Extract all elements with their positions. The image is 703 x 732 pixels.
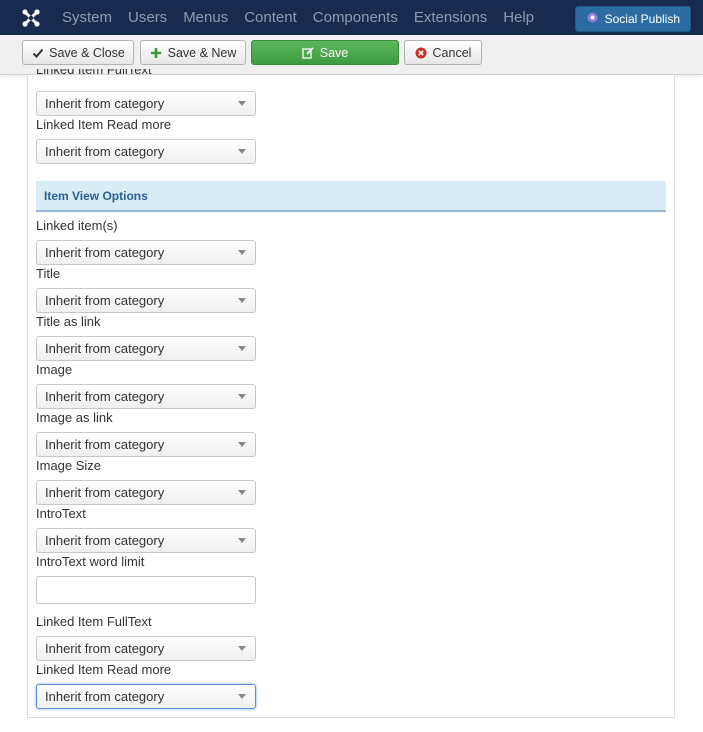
select-value: Inherit from category [45, 485, 165, 500]
cancel-button[interactable]: Cancel [404, 40, 482, 65]
dropdown-arrow-icon [238, 298, 246, 303]
save-label: Save [319, 45, 349, 60]
save-close-label: Save & Close [49, 45, 125, 60]
field-label-linked-item-fulltext: Linked Item FullText [36, 614, 152, 629]
dropdown-arrow-icon [238, 694, 246, 699]
menu-menus[interactable]: Menus [175, 0, 236, 35]
save-close-button[interactable]: Save & Close [22, 40, 134, 65]
menu-users[interactable]: Users [120, 0, 175, 35]
select-image-as-link[interactable]: Inherit from category [36, 432, 256, 457]
menu-help[interactable]: Help [495, 0, 542, 35]
social-publish-button[interactable]: Social Publish [574, 6, 691, 32]
field-label-linked-item-read-more: Linked Item Read more [36, 662, 172, 677]
section-header-item-view-options: Item View Options [36, 181, 666, 212]
select-value: Inherit from category [45, 437, 165, 452]
field-label-linked-items: Linked item(s) [36, 218, 118, 233]
field-label-title-as-link: Title as link [36, 314, 101, 329]
select-linked-items[interactable]: Inherit from category [36, 240, 256, 265]
select-linked-item-fulltext[interactable]: Inherit from category [36, 636, 256, 661]
introtext-word-limit-input[interactable] [36, 576, 256, 604]
select-value: Inherit from category [45, 389, 165, 404]
select-linked-item-read-more[interactable]: Inherit from category [36, 684, 256, 709]
menu-system[interactable]: System [54, 0, 120, 35]
dropdown-arrow-icon [238, 538, 246, 543]
select-value: Inherit from category [45, 96, 165, 111]
cancel-label: Cancel [432, 45, 472, 60]
dropdown-arrow-icon [238, 250, 246, 255]
dropdown-arrow-icon [238, 346, 246, 351]
edit-icon [302, 46, 315, 59]
field-label-image-size: Image Size [36, 458, 102, 473]
select-image[interactable]: Inherit from category [36, 384, 256, 409]
field-label-introtext: IntroText [36, 506, 86, 521]
save-new-button[interactable]: Save & New [140, 40, 246, 65]
select-linked-item-read-more-top[interactable]: Inherit from category [36, 139, 256, 164]
joomla-logo-icon[interactable] [16, 3, 46, 33]
field-label-image: Image [36, 362, 73, 377]
field-label-linked-item-fulltext-top: Linked Item FullText [36, 69, 152, 77]
select-title[interactable]: Inherit from category [36, 288, 256, 313]
field-label-text: Linked Item FullText [36, 69, 152, 77]
field-label-introtext-word-limit: IntroText word limit [36, 554, 145, 569]
dropdown-arrow-icon [238, 646, 246, 651]
menu-extensions[interactable]: Extensions [406, 0, 495, 35]
select-value: Inherit from category [45, 689, 165, 704]
select-introtext[interactable]: Inherit from category [36, 528, 256, 553]
select-value: Inherit from category [45, 341, 165, 356]
field-label-title: Title [36, 266, 61, 281]
menu-components[interactable]: Components [305, 0, 406, 35]
menu-content[interactable]: Content [236, 0, 305, 35]
dropdown-arrow-icon [238, 490, 246, 495]
field-label-image-as-link: Image as link [36, 410, 113, 425]
check-icon [31, 46, 44, 59]
social-publish-icon [586, 11, 599, 27]
select-value: Inherit from category [45, 144, 165, 159]
save-button[interactable]: Save [251, 40, 399, 65]
social-publish-label: Social Publish [604, 12, 680, 26]
dropdown-arrow-icon [238, 149, 246, 154]
cancel-icon [415, 46, 428, 59]
dropdown-arrow-icon [238, 101, 246, 106]
select-value: Inherit from category [45, 533, 165, 548]
dropdown-arrow-icon [238, 394, 246, 399]
plus-icon [150, 46, 163, 59]
select-image-size[interactable]: Inherit from category [36, 480, 256, 505]
select-linked-item-fulltext-top[interactable]: Inherit from category [36, 91, 256, 116]
admin-navbar: System Users Menus Content Components Ex… [0, 0, 703, 35]
field-label-linked-item-read-more-top: Linked Item Read more [36, 117, 172, 132]
select-value: Inherit from category [45, 245, 165, 260]
select-title-as-link[interactable]: Inherit from category [36, 336, 256, 361]
select-value: Inherit from category [45, 293, 165, 308]
save-new-label: Save & New [167, 45, 237, 60]
select-value: Inherit from category [45, 641, 165, 656]
dropdown-arrow-icon [238, 442, 246, 447]
